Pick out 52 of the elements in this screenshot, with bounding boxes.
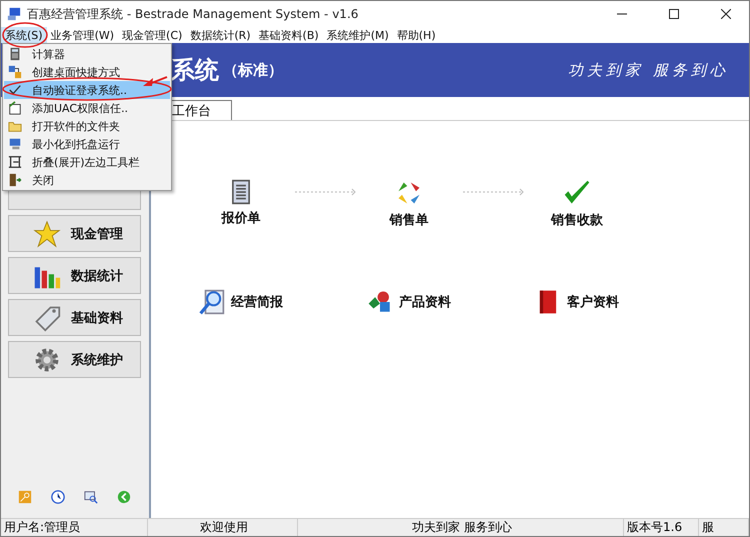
shortcut-link[interactable]: 经营简报 [231, 293, 283, 311]
menu-item[interactable]: 关闭 [4, 171, 170, 189]
shortcut-link[interactable]: 客户资料 [567, 293, 619, 311]
calculator-icon [8, 47, 22, 61]
banner-subtitle: （标准） [223, 60, 284, 80]
menu-item[interactable]: 数据统计(R) [186, 27, 255, 43]
banner-title: 系统 [171, 55, 219, 86]
menu-item[interactable]: 计算器 [4, 45, 170, 63]
sidebar-button[interactable]: 数据统计 [8, 257, 141, 294]
exit-door-icon [8, 173, 22, 187]
workflow-link[interactable]: 销售收款 [551, 211, 603, 229]
gear-icon [33, 346, 61, 374]
workflow-link[interactable]: 销售单 [390, 211, 428, 229]
annotation-arrow [143, 76, 168, 86]
menu-item[interactable]: 基础资料(B) [254, 27, 323, 43]
workflow-link[interactable]: 报价单 [222, 209, 260, 227]
status-text: 欢迎使用 [148, 519, 298, 536]
menu-item[interactable]: 最小化到托盘运行 [4, 135, 170, 153]
shapes-icon [367, 289, 393, 315]
shortcut-icon [8, 65, 22, 79]
star-icon [33, 220, 61, 248]
menu-item[interactable]: 折叠(展开)左边工具栏 [4, 153, 170, 171]
tag-icon [33, 304, 61, 332]
menu-item[interactable]: 系统维护(M) [322, 27, 393, 43]
window-title: 百惠经营管理系统 - Bestrade Management System - v1.6 [27, 6, 360, 22]
sidebar-button[interactable]: 现金管理 [8, 215, 141, 252]
banner-slogan: 功夫到家 服务到心 [568, 60, 729, 80]
status-text: 功夫到家 服务到心 [298, 519, 624, 536]
shortcut-link[interactable]: 产品资料 [399, 293, 451, 311]
menu-item[interactable]: 打开软件的文件夹 [4, 117, 170, 135]
status-text: 版本号1.6 [624, 519, 699, 536]
close-icon [721, 9, 731, 19]
folder-icon [8, 119, 22, 133]
menu-item[interactable]: 自动验证登录系统.. [4, 81, 170, 99]
status-text: 用户名:管理员 [1, 519, 148, 536]
maximize-icon [669, 9, 679, 19]
magnifier-icon [199, 289, 225, 315]
menu-item[interactable]: 帮助(H) [392, 27, 440, 43]
menu-item[interactable]: 系统(S) [1, 27, 47, 43]
menu-item[interactable]: 现金管理(C) [118, 27, 186, 43]
search-icon[interactable] [84, 490, 98, 504]
toolbar-icon [8, 155, 22, 169]
clock-icon[interactable] [50, 490, 65, 504]
sidebar-button[interactable]: 系统维护 [8, 341, 141, 378]
document-icon [8, 101, 22, 115]
sidebar-button[interactable]: 基础资料 [8, 299, 141, 336]
status-text: 服 [699, 519, 749, 536]
annotation-ellipse [2, 22, 48, 48]
menu-item[interactable]: 创建桌面快捷方式 [4, 63, 170, 81]
menu-item[interactable]: 业务管理(W) [46, 27, 118, 43]
app-icon [7, 7, 21, 21]
computer-icon [8, 137, 22, 151]
